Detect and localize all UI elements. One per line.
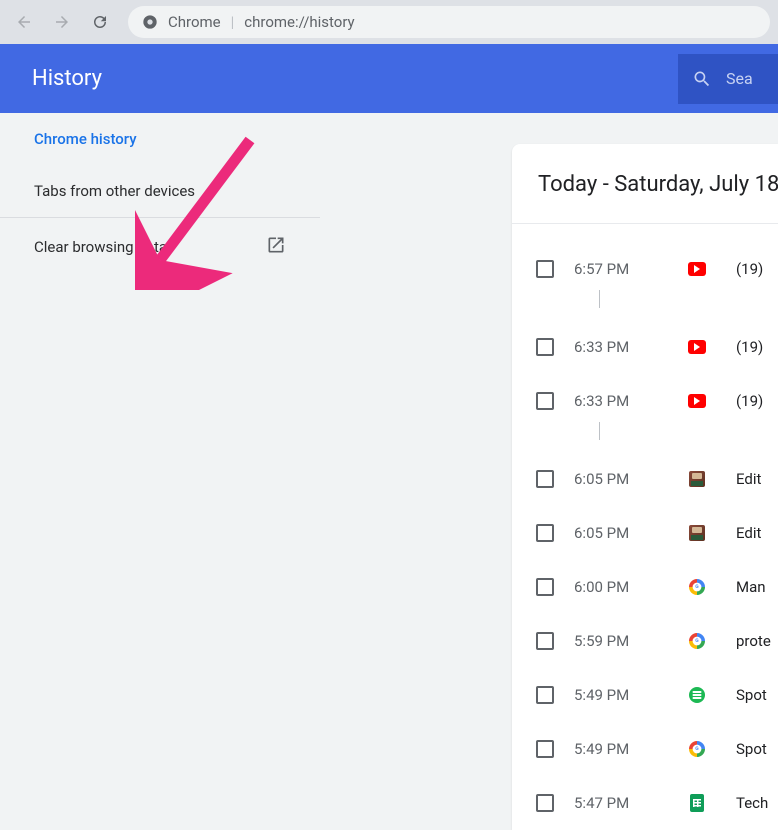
row-favicon — [688, 392, 706, 410]
row-time: 6:33 PM — [574, 338, 644, 356]
address-divider: | — [231, 13, 235, 31]
row-title: (19) — [736, 338, 763, 356]
youtube-icon — [688, 394, 706, 408]
row-subline — [584, 422, 778, 442]
reload-button[interactable] — [84, 6, 116, 38]
address-app: Chrome — [168, 13, 221, 31]
row-checkbox[interactable] — [536, 740, 554, 758]
address-bar[interactable]: Chrome | chrome://history — [128, 6, 770, 38]
row-title: Edit — [736, 524, 761, 542]
row-checkbox[interactable] — [536, 470, 554, 488]
row-checkbox[interactable] — [536, 632, 554, 650]
history-row[interactable]: 6:33 PM (19) — [512, 374, 778, 428]
row-checkbox[interactable] — [536, 794, 554, 812]
google-icon — [689, 579, 705, 595]
sidebar: Chrome history Tabs from other devices C… — [0, 113, 320, 276]
date-header: Today - Saturday, July 18, 2 — [512, 144, 778, 224]
history-row[interactable]: 6:33 PM (19) — [512, 320, 778, 374]
history-row[interactable]: 6:57 PM (19) — [512, 242, 778, 296]
open-external-icon — [266, 235, 286, 259]
row-title: Edit — [736, 470, 761, 488]
youtube-icon — [688, 262, 706, 276]
forward-button[interactable] — [46, 6, 78, 38]
history-row[interactable]: 5:59 PM prote — [512, 614, 778, 668]
row-time: 5:49 PM — [574, 740, 644, 758]
page-title: History — [32, 66, 102, 91]
row-time: 6:05 PM — [574, 470, 644, 488]
row-favicon — [688, 794, 706, 812]
history-list: 6:57 PM (19) 6:33 PM (19) 6:33 PM (19) 6:05 PM… — [512, 224, 778, 830]
row-checkbox[interactable] — [536, 524, 554, 542]
sidebar-tabs-other-devices[interactable]: Tabs from other devices — [0, 165, 320, 217]
row-subline — [584, 290, 778, 310]
row-checkbox[interactable] — [536, 338, 554, 356]
spotify-icon — [689, 687, 705, 703]
history-row[interactable]: 5:47 PM Tech — [512, 776, 778, 830]
history-content: Today - Saturday, July 18, 2 6:57 PM (19)… — [512, 144, 778, 830]
row-title: (19) — [736, 392, 763, 410]
row-checkbox[interactable] — [536, 578, 554, 596]
reload-icon — [91, 13, 109, 31]
row-title: (19) — [736, 260, 763, 278]
row-time: 6:05 PM — [574, 524, 644, 542]
row-favicon — [688, 632, 706, 650]
row-title: Spot — [736, 686, 767, 704]
address-url: chrome://history — [244, 13, 354, 31]
row-time: 6:57 PM — [574, 260, 644, 278]
sidebar-clear-browsing-data[interactable]: Clear browsing data — [0, 218, 320, 276]
row-favicon — [688, 524, 706, 542]
google-icon — [689, 633, 705, 649]
row-favicon — [688, 686, 706, 704]
row-time: 6:33 PM — [574, 392, 644, 410]
search-icon — [692, 69, 712, 89]
search-box[interactable]: Sea — [678, 54, 778, 104]
back-button[interactable] — [8, 6, 40, 38]
browser-toolbar: Chrome | chrome://history — [0, 0, 778, 44]
row-time: 5:47 PM — [574, 794, 644, 812]
history-row[interactable]: 6:00 PM Man — [512, 560, 778, 614]
sidebar-item-label: Chrome history — [34, 130, 137, 148]
site-icon — [689, 471, 705, 487]
row-favicon — [688, 260, 706, 278]
history-row[interactable]: 5:49 PM Spot — [512, 668, 778, 722]
row-checkbox[interactable] — [536, 686, 554, 704]
site-icon — [689, 525, 705, 541]
row-checkbox[interactable] — [536, 392, 554, 410]
row-favicon — [688, 740, 706, 758]
history-row[interactable]: 5:49 PM Spot — [512, 722, 778, 776]
sheets-icon — [690, 794, 704, 812]
google-icon — [689, 741, 705, 757]
row-time: 6:00 PM — [574, 578, 644, 596]
chrome-icon — [142, 14, 158, 30]
history-row[interactable]: 6:05 PM Edit — [512, 452, 778, 506]
arrow-right-icon — [53, 13, 71, 31]
row-title: Spot — [736, 740, 767, 758]
sidebar-chrome-history[interactable]: Chrome history — [0, 113, 320, 165]
history-row[interactable]: 6:05 PM Edit — [512, 506, 778, 560]
arrow-left-icon — [15, 13, 33, 31]
row-title: Tech — [736, 794, 768, 812]
row-favicon — [688, 338, 706, 356]
row-title: prote — [736, 632, 771, 650]
sidebar-item-label: Clear browsing data — [34, 238, 167, 256]
row-time: 5:59 PM — [574, 632, 644, 650]
row-time: 5:49 PM — [574, 686, 644, 704]
search-label: Sea — [726, 69, 753, 88]
row-favicon — [688, 470, 706, 488]
page-header: History Sea — [0, 44, 778, 113]
row-title: Man — [736, 578, 766, 596]
row-checkbox[interactable] — [536, 260, 554, 278]
youtube-icon — [688, 340, 706, 354]
row-favicon — [688, 578, 706, 596]
sidebar-item-label: Tabs from other devices — [34, 182, 195, 200]
